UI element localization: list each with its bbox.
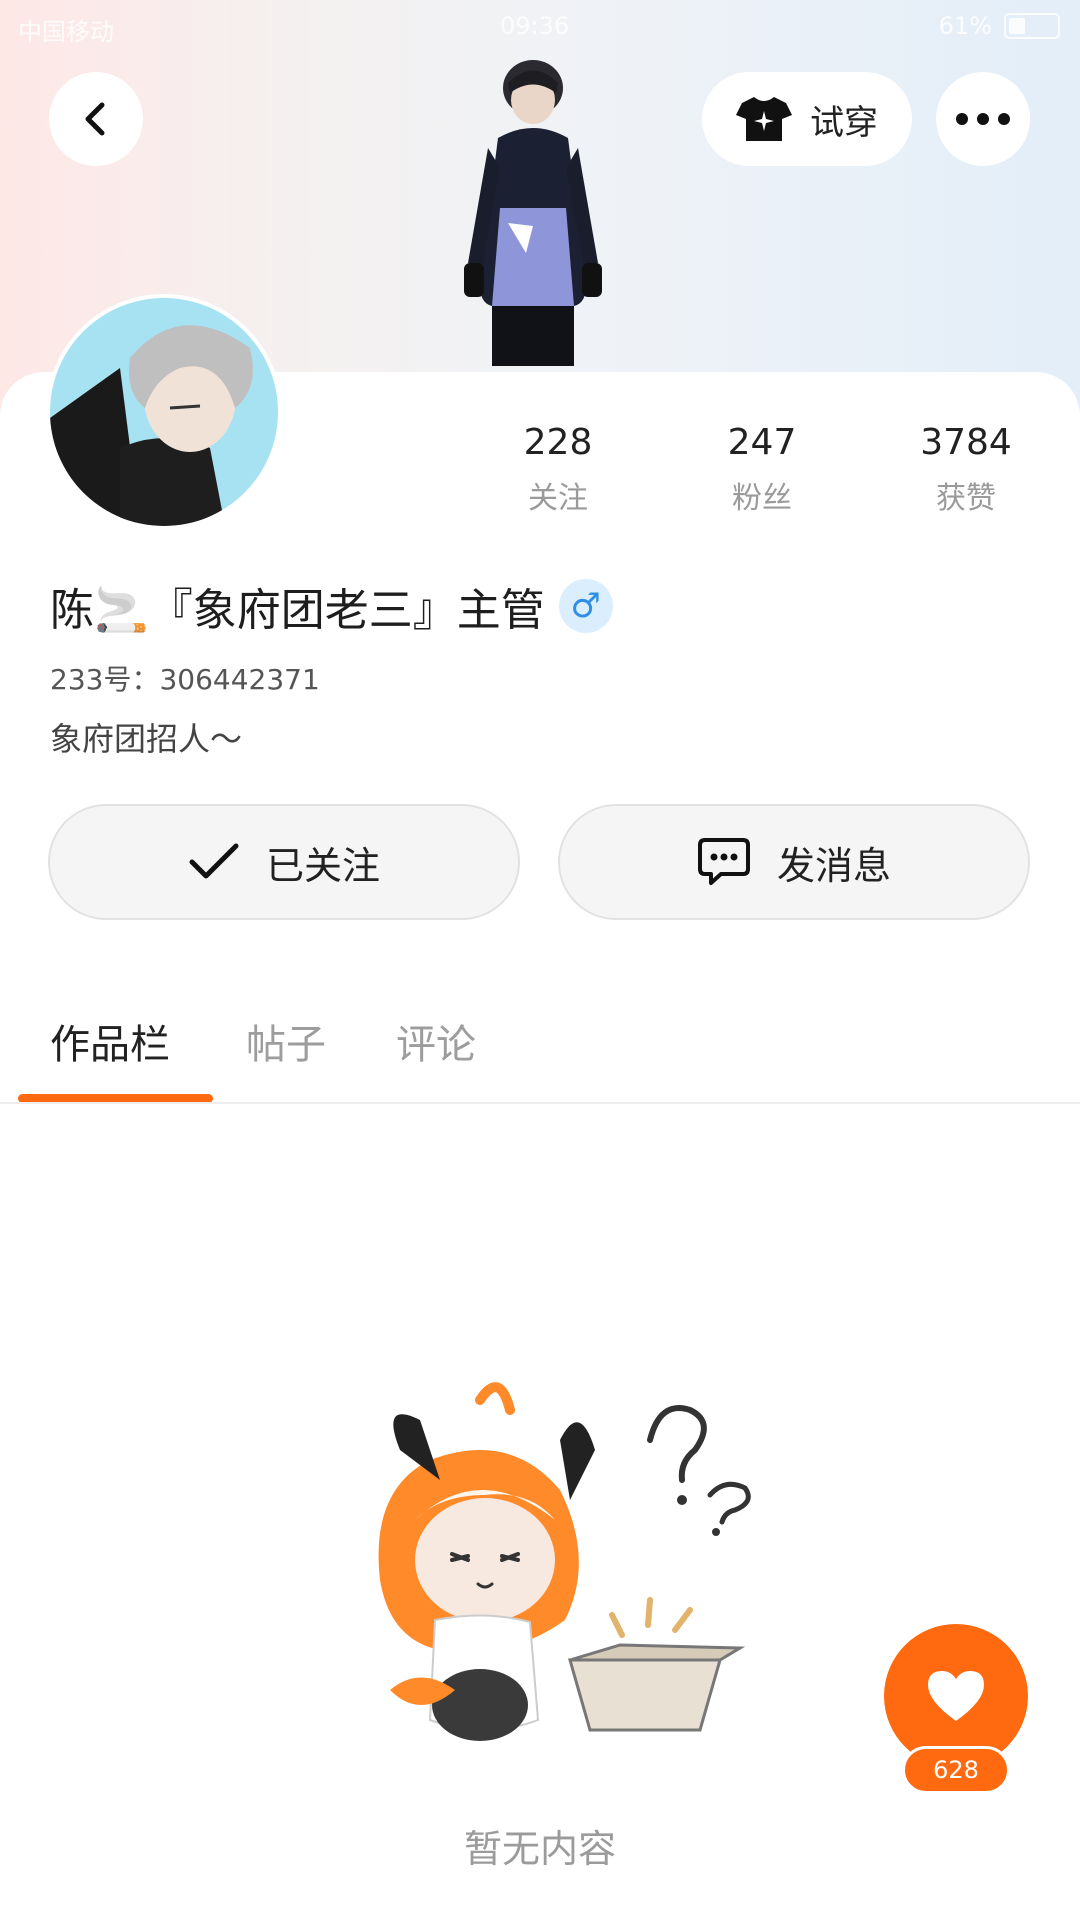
chevron-left-icon (85, 102, 105, 136)
empty-state-text: 暂无内容 (463, 1827, 616, 1871)
following-button-label: 已关注 (265, 843, 380, 888)
send-message-button[interactable]: 发消息 (558, 804, 1030, 920)
battery-percent: 61% (938, 12, 992, 40)
like-count-badge: 628 (902, 1746, 1010, 1794)
back-button[interactable] (49, 72, 143, 166)
avatar[interactable] (46, 294, 282, 530)
carrier-text: 中国移动 (18, 18, 114, 46)
checkmark-icon (189, 843, 239, 879)
heart-icon (928, 1671, 984, 1721)
battery-icon (1004, 13, 1060, 39)
following-button[interactable]: 已关注 (48, 804, 520, 920)
followers-label: 粉丝 (732, 481, 792, 516)
likes-received-label: 获赞 (936, 481, 996, 516)
try-on-label: 试穿 (810, 102, 878, 143)
followers-count: 247 (727, 422, 797, 463)
more-button[interactable] (936, 72, 1030, 166)
male-gender-icon: ♂ (558, 579, 613, 633)
likes-received-count: 3784 (920, 422, 1012, 463)
tab-works[interactable]: 作品栏 (50, 1012, 170, 1070)
following-count: 228 (523, 422, 593, 463)
stat-likes[interactable]: 3784 获赞 (876, 422, 1056, 517)
status-bar: 中国移动 09:36 61% (0, 0, 1080, 50)
character-avatar-figure (464, 60, 602, 366)
tabs-divider (0, 1102, 1080, 1104)
send-message-label: 发消息 (776, 843, 891, 888)
avatar-image (50, 298, 278, 526)
content-tabs: 作品栏 帖子 评论 (0, 990, 1080, 1104)
clock-text: 09:36 (500, 12, 570, 40)
account-id: 233号：306442371 (50, 663, 320, 696)
bio-text: 象府团招人～ (50, 720, 243, 758)
more-dots-icon (956, 113, 1010, 125)
following-label: 关注 (528, 481, 588, 516)
chat-bubble-icon (697, 838, 750, 885)
nickname-row: 陈🚬『象府团老三』主管 ♂ (50, 574, 613, 638)
empty-state-illustration (378, 1382, 751, 1741)
tshirt-icon (736, 97, 792, 141)
nickname: 陈🚬『象府团老三』主管 (50, 585, 545, 636)
stat-followers[interactable]: 247 粉丝 (672, 422, 852, 517)
tab-posts[interactable]: 帖子 (246, 1012, 326, 1070)
try-on-button[interactable]: 试穿 (702, 72, 912, 166)
tab-comments[interactable]: 评论 (396, 1012, 476, 1070)
stat-following[interactable]: 228 关注 (468, 422, 648, 517)
